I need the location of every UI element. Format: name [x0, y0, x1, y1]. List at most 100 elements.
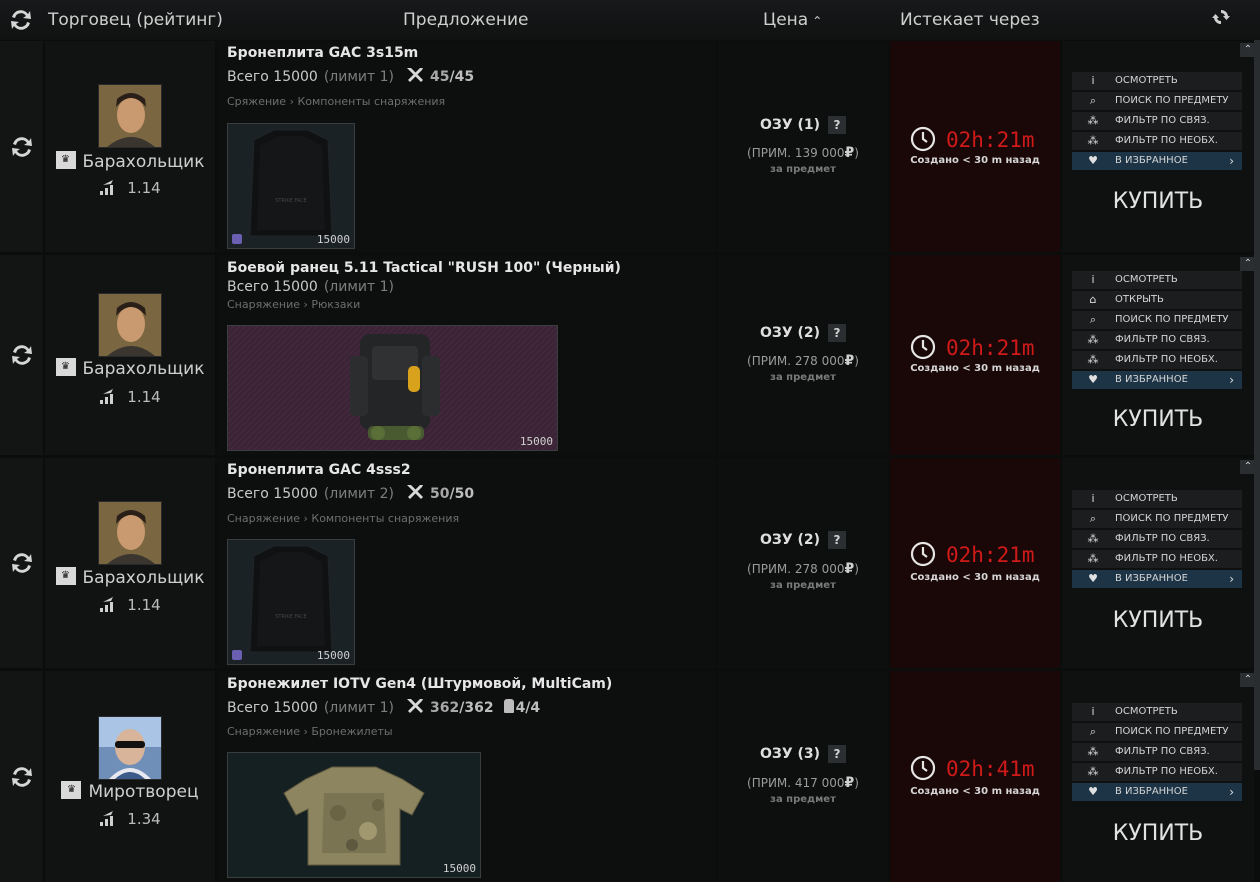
- favorite-icon: ♥: [1088, 154, 1098, 167]
- action-inspect-button[interactable]: i ОСМОТРЕТЬ: [1072, 271, 1242, 289]
- scrollbar[interactable]: [1254, 40, 1260, 770]
- swap-icon[interactable]: [9, 551, 35, 575]
- trader-rating: 1.14: [45, 179, 215, 197]
- action-filter-required-button[interactable]: ⁂ ФИЛЬТР ПО НЕОБХ.: [1072, 763, 1242, 781]
- item-image[interactable]: 15000: [227, 325, 558, 451]
- offer-row: ♛ Барахольщик 1.14 Бронеплита GAC 3s15m В…: [0, 41, 1260, 252]
- swap-icon[interactable]: [9, 765, 35, 789]
- durability-icon: [406, 68, 423, 82]
- swap-icon[interactable]: [9, 135, 35, 159]
- durability-current: 50: [429, 486, 450, 502]
- avatar[interactable]: [98, 501, 162, 565]
- filter-required-icon: ⁂: [1087, 134, 1099, 147]
- durability-icon: [406, 485, 423, 499]
- help-icon[interactable]: ?: [828, 745, 847, 763]
- price-header-label[interactable]: Цена: [763, 10, 808, 30]
- plates: 4/4: [494, 699, 540, 716]
- avatar[interactable]: [98, 84, 162, 148]
- item-category[interactable]: Снаряжение › Рюкзаки: [227, 298, 360, 311]
- action-search-item-button[interactable]: ⌕ ПОИСК ПО ПРЕДМЕТУ: [1072, 311, 1242, 329]
- price-label: ОЗУ (1): [759, 117, 821, 133]
- action-inspect-button[interactable]: i ОСМОТРЕТЬ: [1072, 490, 1242, 508]
- help-icon[interactable]: ?: [828, 324, 847, 342]
- offer-cell: Бронеплита GAC 3s15m Всего 15000 (лимит 1…: [217, 41, 716, 252]
- rating-icon: [100, 389, 114, 404]
- item-title[interactable]: Бронежилет IOTV Gen4 (Штурмовой, MultiCa…: [227, 676, 612, 692]
- trader-cell[interactable]: ♛ Миротворец 1.34: [45, 671, 215, 882]
- swap-icon[interactable]: [8, 8, 34, 32]
- refresh-icon[interactable]: [1210, 6, 1232, 28]
- action-favorite-button[interactable]: ♥ В ИЗБРАННОЕ ›: [1072, 371, 1242, 389]
- actions-cell: ⌃ i ОСМОТРЕТЬ ⌕ ПОИСК ПО ПРЕДМЕТУ ⁂ ФИЛЬ…: [1062, 671, 1256, 882]
- open-icon: ⌂: [1089, 293, 1097, 306]
- inspect-icon: i: [1091, 705, 1095, 718]
- actions-cell: ⌃ i ОСМОТРЕТЬ ⌂ ОТКРЫТЬ ⌕ ПОИСК ПО ПРЕДМ…: [1062, 255, 1256, 455]
- column-header-expire[interactable]: Истекает через: [900, 0, 1040, 40]
- rouble-icon: ₽: [844, 775, 855, 791]
- price-cell: ОЗУ (2)? (ПРИМ. 278 000₽) за предмет: [718, 458, 888, 668]
- search-item-icon: ⌕: [1089, 725, 1097, 738]
- action-inspect-button[interactable]: i ОСМОТРЕТЬ: [1072, 72, 1242, 90]
- chevron-right-icon: ›: [1229, 572, 1234, 586]
- limit: (лимит 2): [323, 486, 394, 502]
- item-image[interactable]: STRIKE FACE 15000: [227, 123, 355, 249]
- item-title[interactable]: Бронеплита GAC 3s15m: [227, 45, 418, 61]
- item-category[interactable]: Снаряжение › Компоненты снаряжения: [227, 512, 459, 525]
- item-image[interactable]: STRIKE FACE 15000: [227, 539, 355, 665]
- trader-cell[interactable]: ♛ Барахольщик 1.14: [45, 458, 215, 668]
- buy-button[interactable]: КУПИТЬ: [1062, 407, 1254, 432]
- swap-icon[interactable]: [9, 343, 35, 367]
- action-favorite-button[interactable]: ♥ В ИЗБРАННОЕ ›: [1072, 783, 1242, 801]
- item-category[interactable]: Снаряжение › Бронежилеты: [227, 725, 393, 738]
- action-filter-required-button[interactable]: ⁂ ФИЛЬТР ПО НЕОБХ.: [1072, 132, 1242, 150]
- actions-cell: ⌃ i ОСМОТРЕТЬ ⌕ ПОИСК ПО ПРЕДМЕТУ ⁂ ФИЛЬ…: [1062, 458, 1256, 668]
- action-inspect-button[interactable]: i ОСМОТРЕТЬ: [1072, 703, 1242, 721]
- help-icon[interactable]: ?: [828, 116, 847, 134]
- action-filter-linked-button[interactable]: ⁂ ФИЛЬТР ПО СВЯЗ.: [1072, 331, 1242, 349]
- price-per-item: за предмет: [770, 372, 836, 383]
- item-title[interactable]: Боевой ранец 5.11 Tactical "RUSH 100" (Ч…: [227, 260, 621, 276]
- action-label: ФИЛЬТР ПО НЕОБХ.: [1115, 354, 1218, 365]
- trader-cell[interactable]: ♛ Барахольщик 1.14: [45, 255, 215, 455]
- help-icon[interactable]: ?: [828, 531, 847, 549]
- total-count: Всего 15000: [227, 279, 318, 295]
- action-list: i ОСМОТРЕТЬ ⌂ ОТКРЫТЬ ⌕ ПОИСК ПО ПРЕДМЕТ…: [1072, 271, 1242, 391]
- actions-cell: ⌃ i ОСМОТРЕТЬ ⌕ ПОИСК ПО ПРЕДМЕТУ ⁂ ФИЛЬ…: [1062, 41, 1256, 252]
- price-approx: (ПРИМ. 278 000₽): [718, 561, 888, 577]
- buy-button[interactable]: КУПИТЬ: [1062, 821, 1254, 846]
- trader-portrait-icon: [99, 85, 161, 147]
- avatar[interactable]: [98, 716, 162, 780]
- action-favorite-button[interactable]: ♥ В ИЗБРАННОЕ ›: [1072, 152, 1242, 170]
- buy-button[interactable]: КУПИТЬ: [1062, 608, 1254, 633]
- item-quantity: Всего 15000 (лимит 2) 50/50: [227, 482, 474, 502]
- filter-required-icon: ⁂: [1087, 765, 1099, 778]
- action-filter-linked-button[interactable]: ⁂ ФИЛЬТР ПО СВЯЗ.: [1072, 112, 1242, 130]
- action-open-button[interactable]: ⌂ ОТКРЫТЬ: [1072, 291, 1242, 309]
- column-header-offer[interactable]: Предложение: [403, 0, 528, 40]
- price-cell: ОЗУ (3)? (ПРИМ. 417 000₽) за предмет: [718, 671, 888, 882]
- column-header-trader[interactable]: Торговец (рейтинг): [48, 0, 223, 40]
- crown-icon: ♛: [55, 151, 76, 169]
- action-search-item-button[interactable]: ⌕ ПОИСК ПО ПРЕДМЕТУ: [1072, 723, 1242, 741]
- price-approx: (ПРИМ. 417 000₽): [718, 775, 888, 791]
- item-image[interactable]: 15000: [227, 752, 481, 878]
- column-header-price[interactable]: Цена ⌃: [763, 0, 822, 40]
- durability-max: /362: [459, 700, 494, 716]
- trader-cell[interactable]: ♛ Барахольщик 1.14: [45, 41, 215, 252]
- total-count: Всего 15000: [227, 700, 318, 716]
- chevron-right-icon: ›: [1229, 785, 1234, 799]
- buy-button[interactable]: КУПИТЬ: [1062, 189, 1254, 214]
- action-search-item-button[interactable]: ⌕ ПОИСК ПО ПРЕДМЕТУ: [1072, 510, 1242, 528]
- action-favorite-button[interactable]: ♥ В ИЗБРАННОЕ ›: [1072, 570, 1242, 588]
- action-filter-linked-button[interactable]: ⁂ ФИЛЬТР ПО СВЯЗ.: [1072, 530, 1242, 548]
- action-search-item-button[interactable]: ⌕ ПОИСК ПО ПРЕДМЕТУ: [1072, 92, 1242, 110]
- avatar[interactable]: [98, 293, 162, 357]
- action-label: В ИЗБРАННОЕ: [1115, 573, 1188, 584]
- item-title[interactable]: Бронеплита GAC 4sss2: [227, 462, 411, 478]
- crown-icon: ♛: [55, 358, 76, 376]
- action-filter-required-button[interactable]: ⁂ ФИЛЬТР ПО НЕОБХ.: [1072, 550, 1242, 568]
- action-filter-linked-button[interactable]: ⁂ ФИЛЬТР ПО СВЯЗ.: [1072, 743, 1242, 761]
- rouble-icon: ₽: [844, 561, 855, 577]
- action-filter-required-button[interactable]: ⁂ ФИЛЬТР ПО НЕОБХ.: [1072, 351, 1242, 369]
- item-category[interactable]: Сряжение › Компоненты снаряжения: [227, 95, 445, 108]
